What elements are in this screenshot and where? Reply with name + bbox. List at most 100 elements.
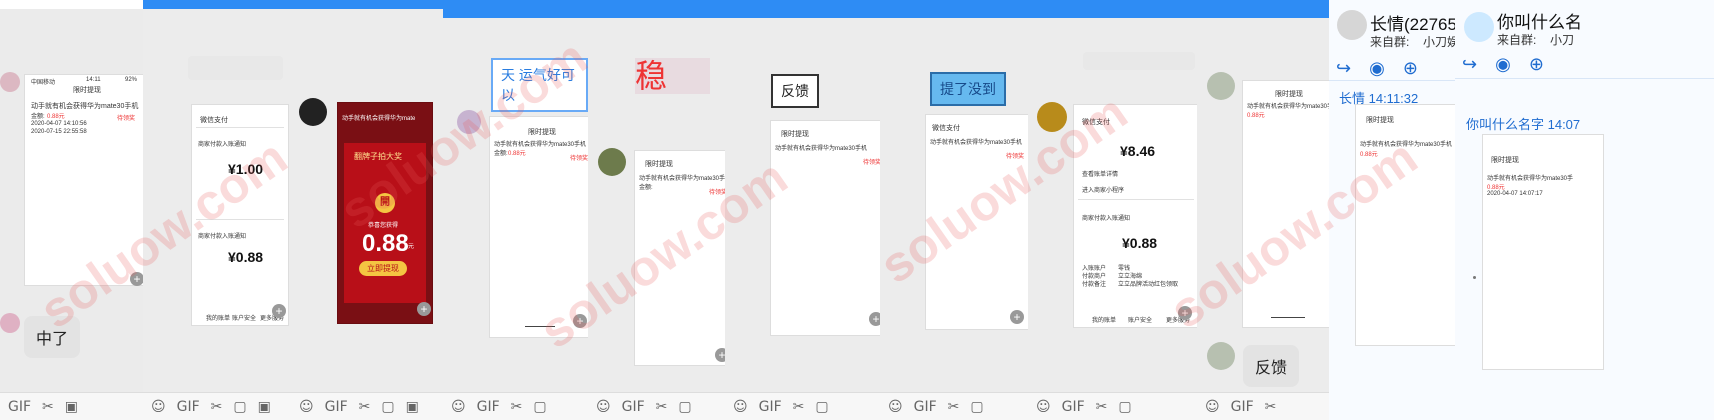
add-icon[interactable]: + xyxy=(1010,310,1024,324)
gif-icon[interactable]: GIF xyxy=(914,399,937,415)
chat-toolbar: GIF ✂ ▣ xyxy=(0,392,143,420)
add-icon[interactable]: + xyxy=(1178,306,1192,320)
chat-panel-4: 天 运气好可以 限时提现 动手就有机会获得华为mate30手机 金额: 0.88… xyxy=(443,0,589,420)
amount-value: 0.88 xyxy=(362,230,409,257)
withdraw-button[interactable]: 立即提现 xyxy=(359,261,407,276)
hat-icon[interactable]: ◉ xyxy=(1495,54,1511,75)
image-icon[interactable]: ▣ xyxy=(406,399,419,415)
section-title: 商家付款入账通知 xyxy=(198,234,247,240)
window-topbar xyxy=(443,0,588,18)
sticker-message: 天 运气好可以 xyxy=(491,58,588,112)
emoji-icon[interactable]: ☺ xyxy=(1205,399,1220,415)
shared-screenshot[interactable]: 限时提现 动手就有机会获得华为mate30手机 金额: 待领奖 xyxy=(634,150,726,366)
emoji-icon[interactable]: ☺ xyxy=(733,399,748,415)
window-topbar xyxy=(0,0,143,9)
avatar xyxy=(598,148,626,176)
screen-title: 限时提现 xyxy=(73,87,101,94)
section-title: 商家付款入账通知 xyxy=(1082,216,1131,222)
shared-screenshot[interactable]: 限时提现 动手就有机会获得华为mate30手机 金额: 0.88元 待领奖 xyxy=(489,116,588,338)
footer-link[interactable]: 我的账单 xyxy=(206,313,230,322)
scissors-icon[interactable]: ✂ xyxy=(948,399,960,415)
scissors-icon[interactable]: ✂ xyxy=(656,399,668,415)
home-indicator xyxy=(525,326,555,327)
add-icon[interactable]: + xyxy=(130,272,143,286)
folder-icon[interactable]: ▢ xyxy=(533,399,546,415)
hat-icon[interactable]: ◉ xyxy=(1369,58,1385,79)
window-topbar xyxy=(880,0,1028,18)
shared-screenshot[interactable]: 微信支付 动手就有机会获得华为mate30手机 待领奖 xyxy=(925,114,1028,330)
add-user-icon[interactable]: ⊕ xyxy=(1403,58,1418,79)
footer-link[interactable]: 我的账单 xyxy=(1092,315,1116,324)
folder-icon[interactable]: ▢ xyxy=(678,399,691,415)
status-text: 待领奖 xyxy=(117,116,136,122)
shared-screenshot[interactable]: 限时提现 动手就有机会获得华为mate30手 0.88元 2020-04-07 … xyxy=(1482,134,1604,370)
footer-link[interactable]: 账户安全 xyxy=(232,313,256,322)
gif-icon[interactable]: GIF xyxy=(1231,399,1254,415)
scissors-icon[interactable]: ✂ xyxy=(511,399,523,415)
emoji-icon[interactable]: ☺ xyxy=(151,399,166,415)
emoji-icon[interactable]: ☺ xyxy=(596,399,611,415)
folder-icon[interactable]: ▢ xyxy=(970,399,983,415)
window-actions: ↪ ◉ ⊕ xyxy=(1462,54,1544,75)
chat-panel-9: 限时提现 动手就有机会获得华为mate30手机 0.88元 反馈 ☺ GIF ✂ xyxy=(1197,0,1330,420)
shared-screenshot[interactable]: 微信支付 ¥8.46 查看账单详情 进入商家小程序 商家付款入账通知 ¥0.88… xyxy=(1073,104,1197,328)
date-1: 2020-04-07 14:10:56 xyxy=(31,121,87,127)
add-user-icon[interactable]: ⊕ xyxy=(1529,54,1544,75)
scissors-icon[interactable]: ✂ xyxy=(1096,399,1108,415)
shared-screenshot[interactable]: 微信支付 商家付款入账通知 ¥1.00 商家付款入账通知 ¥0.88 我的账单 … xyxy=(191,104,289,326)
folder-icon[interactable]: ▢ xyxy=(815,399,828,415)
add-icon[interactable]: + xyxy=(417,302,431,316)
date-value: 2020-04-07 14:07:17 xyxy=(1487,191,1543,197)
search-box[interactable] xyxy=(188,56,283,80)
share-icon[interactable]: ↪ xyxy=(1462,54,1477,75)
chat-panel-6: 反馈 限时提现 动手就有机会获得华为mate30手机 待领奖 + ☺ GIF ✂… xyxy=(725,0,881,420)
gif-icon[interactable]: GIF xyxy=(1062,399,1085,415)
shared-screenshot[interactable]: 限时提现 动手就有机会获得华为mate30手机 待领奖 xyxy=(770,120,880,336)
screen-title: 限时提现 xyxy=(781,131,809,138)
amount-value: 0.88元 xyxy=(47,114,65,120)
emoji-icon[interactable]: ☺ xyxy=(299,399,314,415)
scissors-icon[interactable]: ✂ xyxy=(42,399,54,415)
emoji-icon[interactable]: ☺ xyxy=(1036,399,1051,415)
gif-icon[interactable]: GIF xyxy=(177,399,200,415)
gif-icon[interactable]: GIF xyxy=(759,399,782,415)
add-icon[interactable]: + xyxy=(272,304,286,318)
chat-panel-2: 微信支付 商家付款入账通知 ¥1.00 商家付款入账通知 ¥0.88 我的账单 … xyxy=(143,0,292,420)
folder-icon[interactable]: ▢ xyxy=(1118,399,1131,415)
image-icon[interactable]: ▣ xyxy=(65,399,78,415)
folder-icon[interactable]: ▢ xyxy=(233,399,246,415)
footer-link[interactable]: 账户安全 xyxy=(1128,315,1152,324)
folder-icon[interactable]: ▢ xyxy=(381,399,394,415)
scissors-icon[interactable]: ✂ xyxy=(1265,399,1277,415)
scissors-icon[interactable]: ✂ xyxy=(793,399,805,415)
shared-screenshot[interactable]: 中国移动 14:11 92% 限时提现 动手就有机会获得华为mate30手机 金… xyxy=(24,74,143,286)
gif-icon[interactable]: GIF xyxy=(8,399,31,415)
share-icon[interactable]: ↪ xyxy=(1336,58,1351,79)
gif-icon[interactable]: GIF xyxy=(622,399,645,415)
shared-screenshot[interactable]: 限时提现 动手就有机会获得华为mate30手机 0.88元 xyxy=(1355,104,1455,346)
scissors-icon[interactable]: ✂ xyxy=(359,399,371,415)
chat-window-11: 你叫什么名 来自群: 小刀 ↪ ◉ ⊕ 你叫什么名字 14:07 限时提现 动手… xyxy=(1455,0,1714,420)
detail-link[interactable]: 进入商家小程序 xyxy=(1082,185,1124,194)
divider xyxy=(1078,199,1194,200)
headline: 动手就有机会获得华为mate30手机 xyxy=(1247,104,1330,110)
scissors-icon[interactable]: ✂ xyxy=(211,399,223,415)
shared-screenshot[interactable]: 限时提现 动手就有机会获得华为mate30手机 0.88元 xyxy=(1242,80,1330,328)
headline: 动手就有机会获得华为mate30手机 xyxy=(494,142,587,148)
add-icon[interactable]: + xyxy=(573,314,587,328)
detail-link[interactable]: 查看账单详情 xyxy=(1082,169,1118,178)
coin-icon: 開 xyxy=(375,193,395,213)
detail-label: 付款备注 xyxy=(1082,282,1107,288)
gif-icon[interactable]: GIF xyxy=(477,399,500,415)
avatar xyxy=(0,313,20,333)
emoji-icon[interactable]: ☺ xyxy=(888,399,903,415)
screen-title: 微信支付 xyxy=(200,117,228,124)
shared-screenshot[interactable]: 动手就有机会获得华为mate 翻牌子拍大奖 開 恭喜您获得 0.88 元 立即提… xyxy=(337,102,433,324)
screen-title: 微信支付 xyxy=(1082,119,1110,126)
gif-icon[interactable]: GIF xyxy=(325,399,348,415)
emoji-icon[interactable]: ☺ xyxy=(451,399,466,415)
status-text: 待领奖 xyxy=(709,190,726,196)
image-icon[interactable]: ▣ xyxy=(258,399,271,415)
search-box[interactable] xyxy=(1083,52,1195,70)
contact-name: 长情(227658 xyxy=(1370,15,1456,34)
